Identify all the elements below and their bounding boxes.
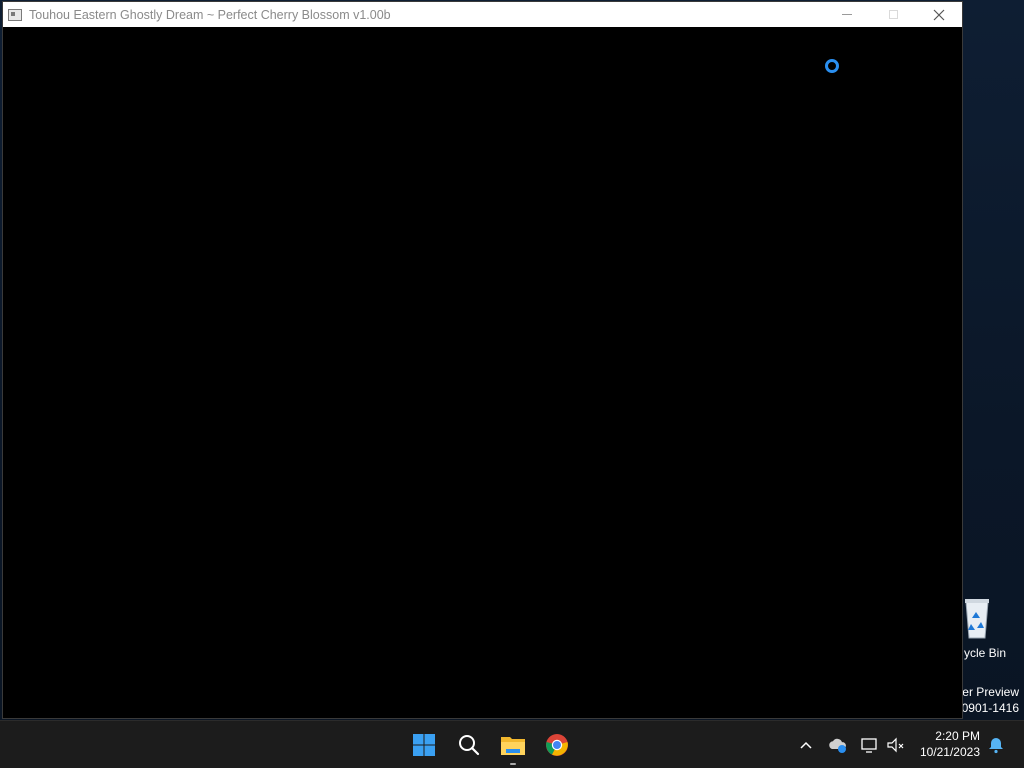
game-client-area[interactable] [3, 27, 962, 718]
window-controls [824, 2, 962, 27]
chevron-up-icon[interactable] [796, 735, 816, 755]
search-button[interactable] [451, 727, 487, 763]
chrome-icon [546, 734, 568, 756]
recycle-bin-label: ycle Bin [964, 646, 1007, 660]
minimize-button[interactable] [824, 2, 870, 27]
start-button[interactable] [406, 727, 442, 763]
window-title: Touhou Eastern Ghostly Dream ~ Perfect C… [29, 7, 391, 22]
maximize-icon [888, 10, 898, 19]
watermark-line-1: ler Preview [959, 685, 1019, 699]
close-button[interactable] [916, 2, 962, 27]
recycle-bin[interactable]: ycle Bin [958, 596, 1024, 666]
game-window[interactable]: Touhou Eastern Ghostly Dream ~ Perfect C… [2, 1, 963, 719]
clock-time: 2:20 PM [935, 729, 980, 743]
close-icon [933, 9, 945, 20]
windows-start-icon [413, 734, 435, 756]
volume-muted-icon[interactable] [886, 735, 906, 755]
file-explorer-button[interactable] [495, 727, 531, 765]
clock-date: 10/21/2023 [919, 745, 980, 759]
watermark-line-2: 30901-1416 [954, 701, 1019, 715]
app-icon[interactable] [8, 8, 22, 21]
notification-bell-icon[interactable] [986, 735, 1006, 755]
running-indicator [510, 763, 516, 765]
taskbar: 2:20 PM 10/21/2023 [0, 720, 1024, 768]
loading-spinner-icon [825, 59, 839, 73]
chrome-button[interactable] [539, 727, 575, 763]
network-icon[interactable] [860, 735, 880, 755]
os-watermark: ler Preview 30901-1416 [955, 684, 1019, 716]
title-bar[interactable]: Touhou Eastern Ghostly Dream ~ Perfect C… [3, 2, 962, 27]
search-icon [459, 735, 480, 756]
maximize-button[interactable] [870, 2, 916, 27]
minimize-icon [842, 14, 852, 15]
clock[interactable]: 2:20 PM 10/21/2023 [920, 728, 980, 760]
recycle-bin-icon [965, 599, 989, 639]
folder-icon [501, 737, 525, 755]
onedrive-icon[interactable] [828, 735, 848, 755]
